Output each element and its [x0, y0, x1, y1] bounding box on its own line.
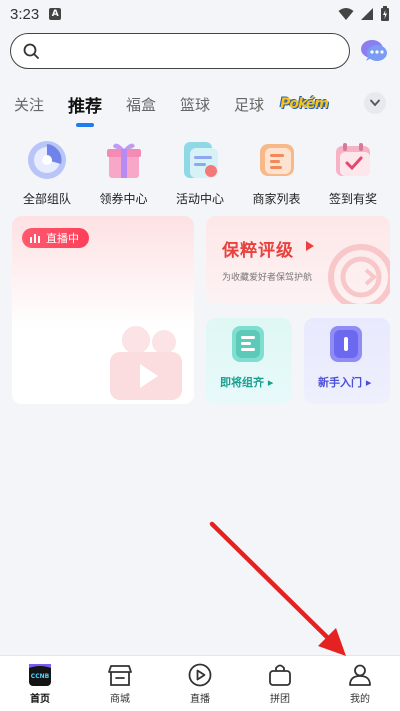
guide-block-icon [330, 326, 362, 362]
status-right-icons [338, 6, 390, 22]
category-tabs: 关注 推荐 福盒 篮球 足球 Pokém [0, 84, 400, 124]
card-almost-complete[interactable]: 即将组齐 ▸ [206, 318, 292, 404]
shop-icon [108, 665, 132, 686]
grading-subtitle: 为收藏爱好者保驾护航 [222, 273, 313, 283]
wifi-icon [338, 8, 354, 20]
nav-profile-label: 我的 [350, 694, 370, 705]
grading-seal-icon [328, 244, 390, 304]
search-bar[interactable] [10, 33, 350, 69]
tab-follow[interactable]: 关注 [14, 94, 44, 115]
shortcut-checkin-rewards[interactable]: 签到有奖 [318, 138, 388, 208]
status-bar: 3:23 A [0, 0, 400, 28]
nav-group-buy-label: 拼团 [270, 694, 290, 705]
card-almost-complete-label: 即将组齐 ▸ [220, 376, 274, 389]
profile-icon [349, 664, 371, 686]
team-icon [28, 141, 66, 179]
checkin-calendar-icon [336, 143, 370, 176]
search-row [10, 32, 390, 70]
gift-icon [106, 143, 141, 178]
nav-shop[interactable]: 商城 [80, 656, 160, 711]
search-icon [23, 43, 39, 59]
grading-card[interactable]: 保粹评级 为收藏爱好者保驾护航 [206, 216, 390, 304]
tab-pokemon[interactable]: Pokém [280, 96, 329, 112]
live-badge-label: 直播中 [46, 232, 79, 245]
live-badge: 直播中 [22, 228, 89, 248]
card-beginner-guide-label: 新手入门 ▸ [318, 376, 372, 389]
tab-basketball[interactable]: 篮球 [180, 94, 210, 115]
card-beginner-guide[interactable]: 新手入门 ▸ [304, 318, 390, 404]
svg-text:CCNB: CCNB [31, 673, 50, 680]
search-input[interactable] [47, 43, 349, 59]
document-stack-icon [232, 326, 264, 362]
shortcut-activity-center[interactable]: 活动中心 [165, 138, 235, 208]
status-time: 3:23 [10, 5, 40, 23]
nav-live[interactable]: 直播 [160, 656, 240, 711]
triangle-arrow-icon [306, 241, 314, 251]
signal-icon [361, 8, 373, 20]
activity-icon [184, 142, 218, 178]
shortcut-label: 商家列表 [252, 192, 301, 206]
tab-lucky-box[interactable]: 福盒 [126, 94, 156, 115]
live-bars-icon [30, 234, 40, 243]
grading-title: 保粹评级 [222, 241, 294, 261]
nav-live-label: 直播 [190, 694, 210, 705]
shortcut-label: 活动中心 [175, 192, 224, 206]
tabs-expand-button[interactable] [364, 92, 386, 114]
tab-recommend[interactable]: 推荐 [68, 92, 102, 117]
notification-a-icon: A [49, 8, 62, 20]
home-ccnb-icon: CCNB [29, 664, 51, 686]
shortcut-all-teams[interactable]: 全部组队 [12, 138, 82, 208]
shortcut-coupon-center[interactable]: 领券中心 [89, 138, 159, 208]
nav-profile[interactable]: 我的 [320, 656, 400, 711]
shortcut-grid: 全部组队 领券中心 活动中心 商家列表 签到有奖 [0, 138, 400, 208]
nav-home-label: 首页 [30, 694, 50, 705]
shortcut-label: 签到有奖 [328, 192, 377, 206]
chat-bubble-icon[interactable] [358, 35, 390, 67]
shortcut-merchant-list[interactable]: 商家列表 [242, 138, 312, 208]
tab-football[interactable]: 足球 [234, 94, 264, 115]
live-play-icon [188, 663, 212, 687]
battery-icon [381, 6, 389, 21]
live-play-illustration-icon [110, 326, 182, 400]
shortcut-label: 全部组队 [22, 192, 71, 206]
nav-shop-label: 商城 [110, 694, 130, 705]
chevron-down-icon [370, 99, 380, 107]
merchant-list-icon [259, 144, 294, 176]
shortcut-label: 领券中心 [99, 192, 148, 206]
bottom-navigation: CCNB 首页 商城 直播 拼团 我的 [0, 655, 400, 711]
nav-group-buy[interactable]: 拼团 [240, 656, 320, 711]
live-stream-card[interactable]: 直播中 [12, 216, 194, 404]
group-bag-icon [269, 664, 291, 686]
nav-home[interactable]: CCNB 首页 [0, 656, 80, 711]
